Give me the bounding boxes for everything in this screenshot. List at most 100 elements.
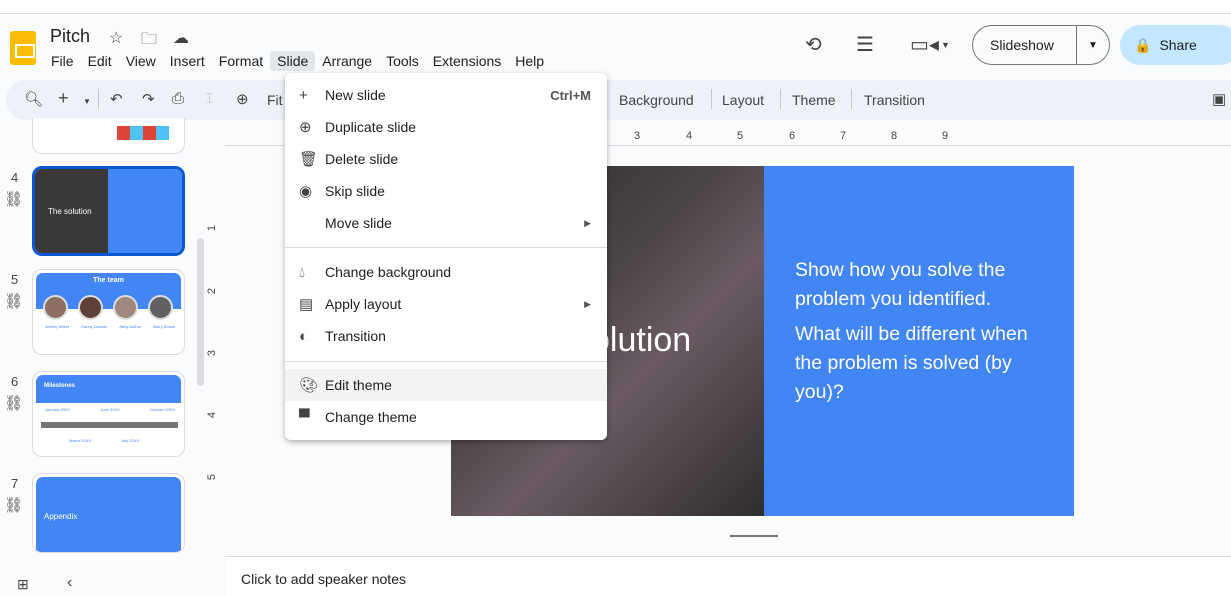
collapse-panel-icon[interactable]: ‹ <box>67 574 72 592</box>
redo-icon[interactable]: ↷ <box>142 90 155 108</box>
slideshow-label[interactable]: Slideshow <box>973 26 1077 64</box>
slide-paragraph: Show how you solve the problem you ident… <box>795 259 1006 310</box>
zoom-fit[interactable]: Fit <box>267 92 283 108</box>
menu-bar: File Edit View Insert Format Slide Arran… <box>44 51 551 71</box>
layout-icon: ▤ <box>299 296 314 313</box>
divider <box>711 89 712 109</box>
menu-format[interactable]: Format <box>212 51 270 71</box>
menu-item-change-background[interactable]: 💧︎ Change background <box>285 256 607 288</box>
event-label: March 20XX <box>69 438 92 443</box>
slideshow-button[interactable]: Slideshow ▼ <box>972 25 1110 65</box>
menu-insert[interactable]: Insert <box>163 51 212 71</box>
share-button[interactable]: 🔒 Share <box>1120 25 1231 65</box>
image-gen-icon[interactable]: ▣ <box>1212 90 1226 108</box>
menu-file[interactable]: File <box>44 51 81 71</box>
grid-view-icon[interactable]: ⊞ <box>17 576 29 593</box>
slide-thumbnail-6[interactable]: Milestones January 20XX June 20XX October … <box>32 371 185 457</box>
member-name: Wendy Writer <box>45 324 70 329</box>
menu-item-skip-slide[interactable]: ◉ Skip slide <box>285 175 607 207</box>
slide-thumbnail-5[interactable]: The team Wendy Writer Danny Dossier Abby A… <box>32 269 185 355</box>
star-icon[interactable]: ☆ <box>109 28 123 48</box>
member-name: Danny Dossier <box>81 324 108 329</box>
menu-item-label: Skip slide <box>325 183 385 199</box>
chevron-down-icon[interactable]: ▼ <box>83 97 91 106</box>
slide-number: 4 <box>11 170 19 185</box>
ruler-label: 1 <box>206 224 219 232</box>
slide-number: 7 <box>11 476 19 491</box>
menu-edit[interactable]: Edit <box>81 51 119 71</box>
toolbar-background[interactable]: Background <box>619 92 694 108</box>
menu-item-transition[interactable]: ◐ Transition <box>285 320 607 352</box>
new-slide-icon[interactable]: + <box>58 88 69 109</box>
menu-item-apply-layout[interactable]: ▤ Apply layout ▶ <box>285 288 607 320</box>
ruler-label: 4 <box>206 411 219 419</box>
link-icon: ⛓ <box>4 497 24 514</box>
palette-icon: 🎨︎ <box>299 377 319 394</box>
notes-resize-handle[interactable] <box>730 535 778 537</box>
menu-item-change-theme[interactable]: ▀ Change theme <box>285 401 607 433</box>
lock-icon: 🔒 <box>1134 36 1152 53</box>
link-icon: ⛓ <box>4 395 24 412</box>
ruler-label: 4 <box>686 130 693 142</box>
thumb-title: The solution <box>48 207 92 216</box>
print-icon[interactable]: ⎙ <box>172 90 184 107</box>
slide-thumbnail-3[interactable] <box>32 118 185 154</box>
slide-thumbnail-7[interactable]: Appendix <box>32 473 185 553</box>
undo-icon[interactable]: ↶ <box>110 90 123 108</box>
eye-icon: ◉ <box>299 183 313 200</box>
slides-logo[interactable] <box>10 31 36 65</box>
ruler-label: 5 <box>737 130 744 142</box>
menu-item-delete-slide[interactable]: 🗑︎ Delete slide <box>285 143 607 175</box>
slide-number: 6 <box>11 374 19 389</box>
menu-item-label: Transition <box>325 328 386 344</box>
menu-item-label: Change background <box>325 264 452 280</box>
toolbar-transition[interactable]: Transition <box>864 92 925 108</box>
menu-item-new-slide[interactable]: + New slide Ctrl+M <box>285 79 607 111</box>
comments-icon[interactable]: ☰ <box>856 32 874 57</box>
plus-icon: + <box>299 86 308 104</box>
menu-arrange[interactable]: Arrange <box>315 51 379 71</box>
slide-thumbnail-4[interactable]: The solution <box>32 166 185 256</box>
menu-extensions[interactable]: Extensions <box>426 51 508 71</box>
filmstrip-scrollbar[interactable] <box>197 238 204 386</box>
cloud-saved-icon[interactable]: ☁ <box>173 28 189 48</box>
divider <box>780 89 781 109</box>
submenu-arrow-icon: ▶ <box>584 298 591 309</box>
member-name: Barry Books <box>153 324 175 329</box>
menu-item-label: Move slide <box>325 215 392 231</box>
menu-tools[interactable]: Tools <box>379 51 426 71</box>
doc-title[interactable]: Pitch <box>50 26 90 47</box>
event-label: June 20XX <box>100 407 120 412</box>
ruler-label: 5 <box>206 473 219 481</box>
paint-roller-icon: ▀ <box>299 408 310 426</box>
chevron-down-icon[interactable]: ▼ <box>941 40 950 50</box>
slide-menu: + New slide Ctrl+M ⊕ Duplicate slide 🗑︎ Dele… <box>285 73 607 440</box>
menu-item-label: Delete slide <box>325 151 399 167</box>
toolbar-theme[interactable]: Theme <box>792 92 836 108</box>
slide-paragraph: What will be different when the problem … <box>795 323 1028 403</box>
thumb-title: Appendix <box>44 512 78 521</box>
link-icon: ⛓ <box>4 191 24 208</box>
shortcut: Ctrl+M <box>550 87 591 103</box>
ruler-label: 6 <box>789 130 796 142</box>
zoom-icon[interactable]: ⊕ <box>236 90 249 108</box>
search-icon[interactable]: 🔍︎ <box>24 90 43 108</box>
event-label: January 20XX <box>45 407 71 412</box>
history-icon[interactable]: ⟲ <box>805 32 822 57</box>
menu-item-edit-theme[interactable]: 🎨︎ Edit theme <box>285 369 607 401</box>
slideshow-dropdown-icon[interactable]: ▼ <box>1077 40 1109 51</box>
paint-format-icon[interactable]: ⌶ <box>205 90 214 107</box>
menu-view[interactable]: View <box>119 51 163 71</box>
menu-item-duplicate-slide[interactable]: ⊕ Duplicate slide <box>285 111 607 143</box>
slide-text-box[interactable]: Show how you solve the problem you ident… <box>764 166 1074 516</box>
divider <box>285 247 607 248</box>
toolbar-layout[interactable]: Layout <box>722 92 764 108</box>
meet-icon[interactable]: ▭◂ <box>910 32 939 57</box>
divider <box>98 89 99 109</box>
menu-slide[interactable]: Slide <box>270 51 316 71</box>
bookmarks-bar <box>0 0 1231 14</box>
speaker-notes[interactable]: Click to add speaker notes <box>225 556 1231 596</box>
menu-item-move-slide[interactable]: Move slide ▶ <box>285 207 607 239</box>
menu-help[interactable]: Help <box>508 51 551 71</box>
event-label: July 20XX <box>120 438 139 443</box>
